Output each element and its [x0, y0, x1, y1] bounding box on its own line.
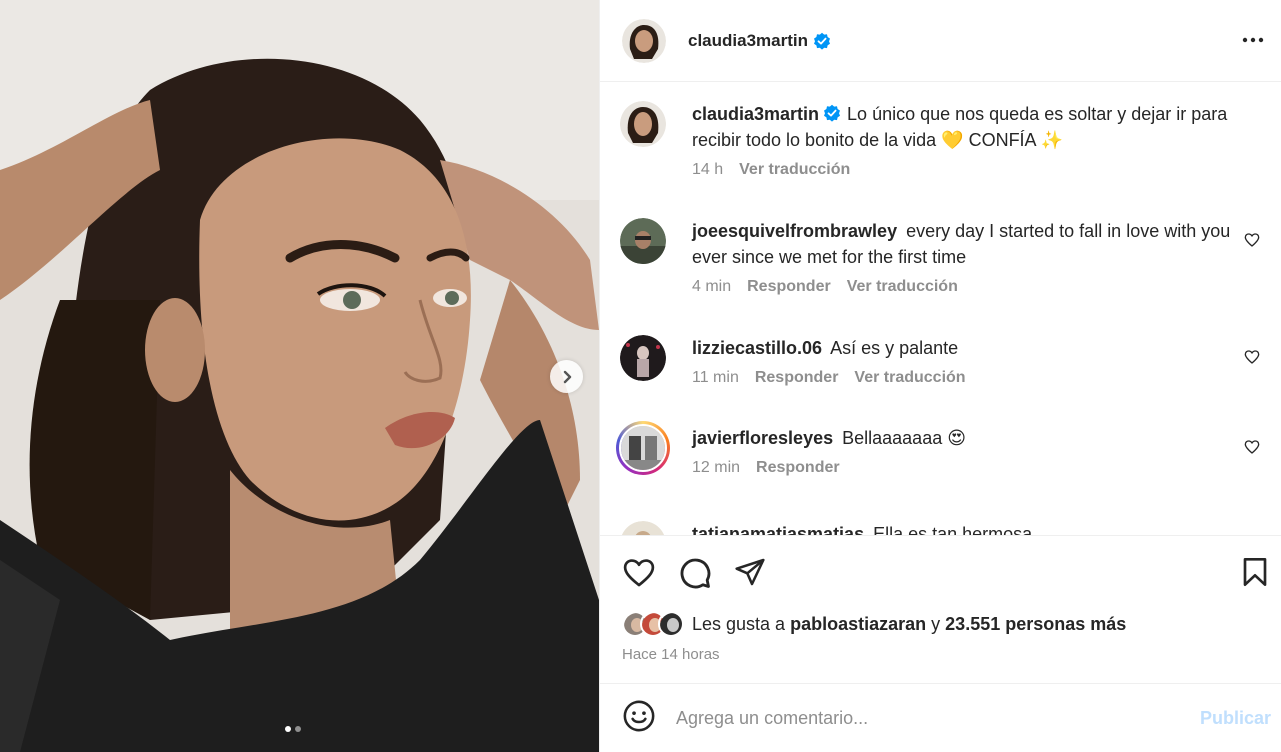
post-timestamp[interactable]: Hace 14 horas: [622, 646, 720, 663]
author-username[interactable]: claudia3martin: [688, 31, 808, 51]
chevron-right-icon: [563, 370, 571, 383]
commenter-avatar-image: [621, 426, 665, 470]
liker-username-link[interactable]: pabloastiazaran: [790, 614, 926, 634]
bookmark-icon: [1243, 558, 1267, 586]
carousel-dot-1: [285, 726, 291, 732]
post-photo: [0, 0, 599, 752]
commenter-avatar[interactable]: [620, 335, 666, 381]
post-caption: claudia3martin Lo único que nos queda es…: [620, 101, 1260, 179]
translate-link[interactable]: Ver traducción: [854, 369, 965, 387]
reply-button[interactable]: Responder: [756, 459, 840, 477]
save-button[interactable]: [1239, 556, 1271, 593]
commenter-avatar[interactable]: [620, 521, 666, 535]
translate-link[interactable]: Ver traducción: [847, 278, 958, 296]
paper-plane-icon: [735, 558, 765, 586]
caption-avatar-image: [620, 101, 666, 147]
like-button[interactable]: [622, 556, 656, 595]
likes-summary: Les gusta a pabloastiazaran y 23.551 per…: [622, 611, 1126, 637]
comment-item: tatianamatiasmatias Ella es tan hermosa: [620, 521, 1260, 535]
more-options-button[interactable]: [1241, 28, 1265, 57]
post-header: claudia3martin: [600, 0, 1281, 82]
comment-time[interactable]: 12 min: [692, 459, 740, 477]
comment-text: Ella es tan hermosa: [873, 524, 1033, 535]
comments-list[interactable]: claudia3martin Lo único que nos queda es…: [600, 83, 1281, 535]
caption-username[interactable]: claudia3martin: [692, 104, 819, 124]
likes-connector: y: [931, 613, 941, 634]
comment-username[interactable]: lizziecastillo.06: [692, 338, 822, 358]
commenter-avatar-image: [620, 335, 666, 381]
reply-button[interactable]: Responder: [747, 278, 831, 296]
post-side-panel: claudia3martin claudia3martin Lo único q…: [599, 0, 1281, 752]
emoji-picker-button[interactable]: [622, 699, 656, 738]
likes-text[interactable]: Les gusta a pabloastiazaran y 23.551 per…: [692, 614, 1126, 635]
commenter-avatar-image: [621, 521, 665, 535]
comment-time[interactable]: 4 min: [692, 278, 731, 296]
more-horizontal-icon: [1242, 37, 1264, 43]
next-image-button[interactable]: [550, 360, 583, 393]
publish-button[interactable]: Publicar: [1200, 708, 1271, 729]
heart-outline-icon: [623, 559, 655, 587]
verified-badge-icon: [814, 32, 830, 50]
commenter-avatar[interactable]: [620, 218, 666, 264]
reply-button[interactable]: Responder: [755, 369, 839, 387]
verified-badge-icon: [824, 104, 841, 122]
comment-item: javierfloresleyes Bellaaaaaaa 😍 12 min R…: [616, 421, 1260, 477]
heart-outline-icon: [1244, 350, 1260, 364]
liker-avatars: [622, 611, 684, 637]
heart-outline-icon: [1244, 233, 1260, 247]
comment-time[interactable]: 11 min: [692, 369, 739, 387]
caption-translate-link[interactable]: Ver traducción: [739, 161, 850, 179]
commenter-avatar-story-ring[interactable]: [616, 421, 670, 475]
comment-button[interactable]: [678, 556, 712, 595]
liker-avatar: [658, 611, 684, 637]
like-comment-button[interactable]: [1244, 439, 1260, 460]
commenter-avatar-image: [620, 218, 666, 264]
post-media[interactable]: [0, 0, 599, 752]
share-button[interactable]: [734, 556, 766, 595]
post-actions: Les gusta a pabloastiazaran y 23.551 per…: [600, 535, 1281, 683]
comment-item: joeesquivelfrombrawley every day I start…: [620, 218, 1260, 296]
comment-username[interactable]: tatianamatiasmatias: [692, 524, 864, 535]
comment-username[interactable]: joeesquivelfrombrawley: [692, 221, 897, 241]
carousel-dots: [285, 726, 301, 732]
comment-item: lizziecastillo.06 Así es y palante 11 mi…: [620, 335, 1260, 387]
comment-bubble-icon: [680, 558, 711, 589]
comment-input[interactable]: [676, 707, 1176, 729]
likes-count-link[interactable]: 23.551 personas más: [945, 614, 1126, 634]
author-avatar[interactable]: [622, 18, 666, 63]
heart-outline-icon: [1244, 440, 1260, 454]
comment-text: Bellaaaaaaa 😍: [842, 428, 966, 448]
add-comment-bar: Publicar: [600, 683, 1281, 752]
caption-time[interactable]: 14 h: [692, 161, 723, 179]
emoji-smile-icon: [623, 700, 655, 731]
author-avatar-image: [622, 18, 666, 63]
like-comment-button[interactable]: [1244, 232, 1260, 253]
caption-author-avatar[interactable]: [620, 101, 666, 147]
comment-username[interactable]: javierfloresleyes: [692, 428, 833, 448]
carousel-dot-2: [295, 726, 301, 732]
comment-text: Así es y palante: [830, 338, 959, 358]
like-comment-button[interactable]: [1244, 349, 1260, 370]
likes-prefix: Les gusta a: [692, 613, 786, 634]
